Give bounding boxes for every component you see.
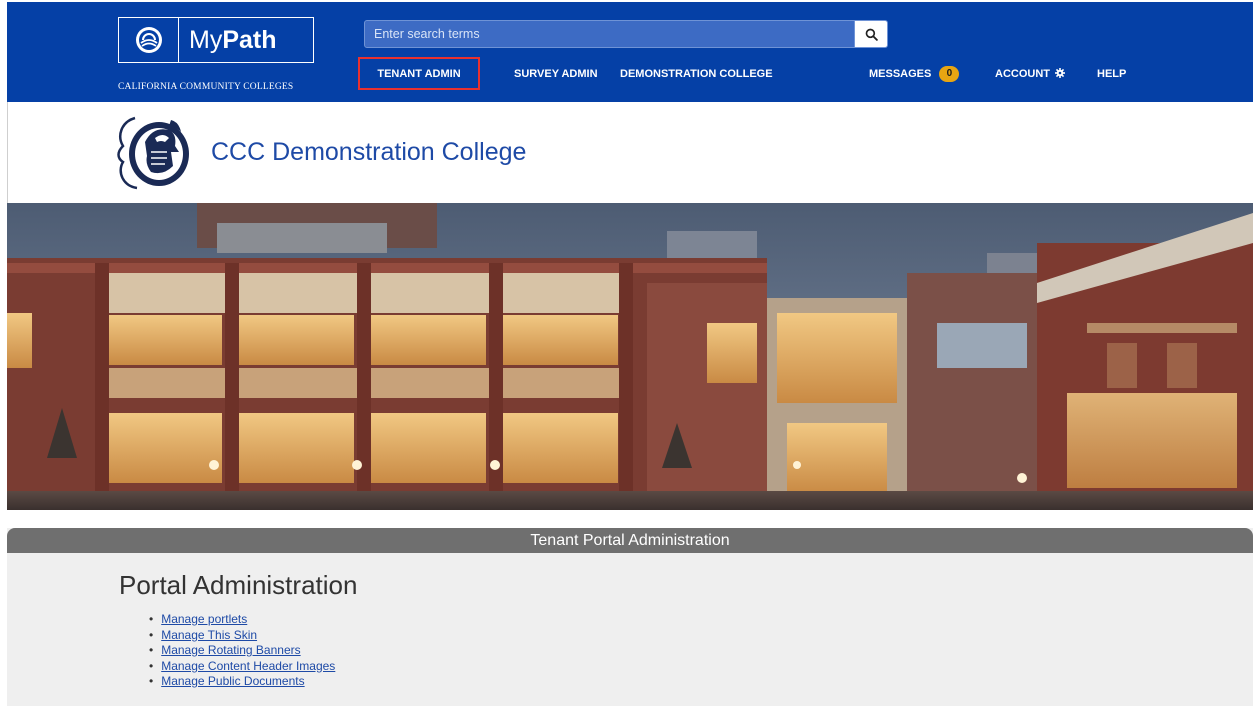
gear-icon: [1055, 68, 1066, 78]
college-header: CCC Demonstration College: [115, 112, 526, 192]
panel-header: Tenant Portal Administration: [7, 528, 1253, 553]
college-name: CCC Demonstration College: [211, 137, 527, 166]
logo-text-path: Path: [222, 25, 277, 54]
logo-subtitle: CALIFORNIA COMMUNITY COLLEGES: [118, 82, 294, 92]
nav-tenant-admin[interactable]: TENANT ADMIN: [358, 57, 480, 90]
nav-messages-label: MESSAGES: [869, 67, 932, 80]
logo-text-my: My: [189, 25, 223, 54]
nav-tenant-admin-label: TENANT ADMIN: [377, 67, 461, 80]
page-left-border: [7, 102, 8, 203]
nav-help[interactable]: HELP: [1097, 68, 1126, 80]
ccc-logo-icon: [119, 18, 179, 62]
nav-demonstration-college[interactable]: DEMONSTRATION COLLEGE: [620, 68, 773, 80]
search-button[interactable]: [855, 20, 888, 48]
search-bar: [364, 20, 888, 48]
mypath-logo[interactable]: My Path: [118, 17, 314, 63]
nav-messages[interactable]: MESSAGES 0: [869, 66, 960, 82]
list-item: Manage portlets: [149, 612, 335, 628]
messages-count-badge: 0: [939, 66, 960, 82]
search-input[interactable]: [364, 20, 855, 48]
tenant-admin-panel: Tenant Portal Administration Portal Admi…: [7, 528, 1253, 706]
manage-rotating-banners-link[interactable]: Manage Rotating Banners: [161, 643, 300, 657]
nav-survey-admin[interactable]: SURVEY ADMIN: [514, 68, 598, 80]
search-icon: [865, 28, 878, 41]
manage-portlets-link[interactable]: Manage portlets: [161, 612, 247, 626]
top-nav-bar: MyPath CALIFORNIA COMMUNITY COLLEGES TEN…: [7, 2, 1253, 102]
list-item: Manage This Skin: [149, 628, 335, 644]
nav-account[interactable]: ACCOUNT: [995, 68, 1066, 80]
mypath-wordmark: My Path: [179, 18, 313, 62]
page-title: Portal Administration: [119, 570, 358, 600]
nav-account-label: ACCOUNT: [995, 68, 1050, 80]
manage-this-skin-link[interactable]: Manage This Skin: [161, 628, 257, 642]
knight-crest-icon[interactable]: [115, 112, 207, 192]
campus-banner-image: [7, 203, 1253, 510]
manage-public-documents-link[interactable]: Manage Public Documents: [161, 674, 304, 688]
manage-content-header-images-link[interactable]: Manage Content Header Images: [161, 659, 335, 673]
list-item: Manage Rotating Banners: [149, 643, 335, 659]
list-item: Manage Public Documents: [149, 674, 335, 690]
admin-links-list: Manage portlets Manage This Skin Manage …: [149, 612, 335, 690]
list-item: Manage Content Header Images: [149, 659, 335, 675]
